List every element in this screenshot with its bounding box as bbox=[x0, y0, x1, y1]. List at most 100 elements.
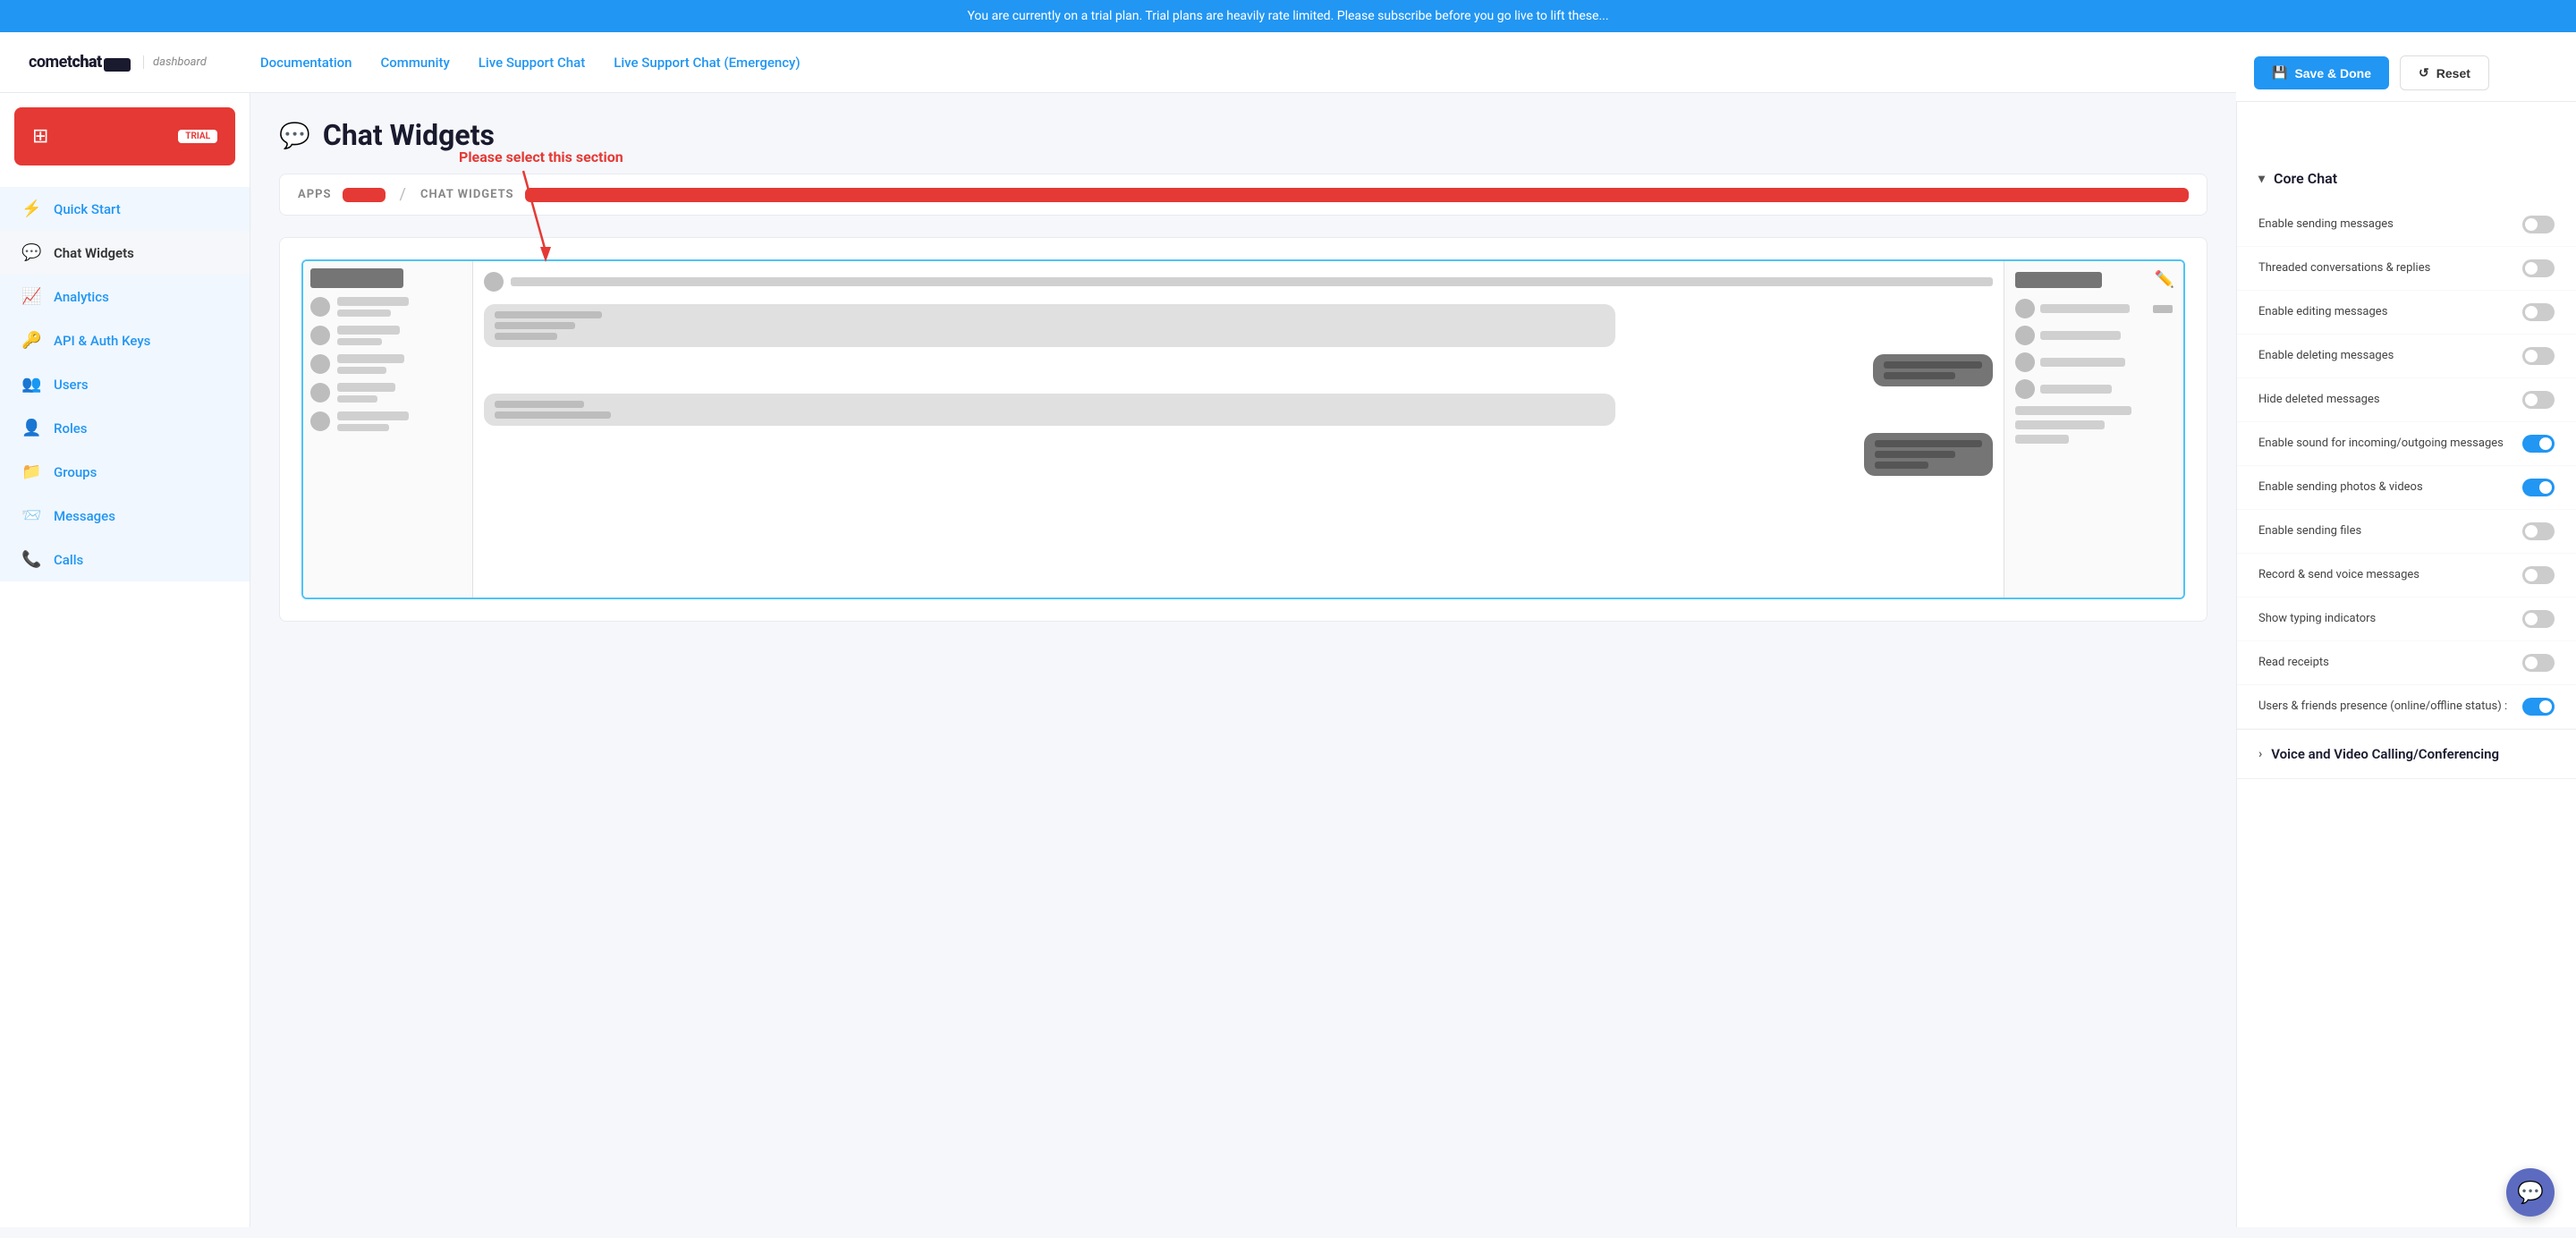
mock-avatar bbox=[310, 326, 330, 345]
settings-item-label: Enable sending files bbox=[2258, 523, 2522, 539]
mock-status-line bbox=[337, 424, 389, 431]
voice-section-header[interactable]: › Voice and Video Calling/Conferencing bbox=[2237, 730, 2576, 778]
mock-name-line bbox=[337, 297, 409, 306]
toggle-typing[interactable] bbox=[2522, 610, 2555, 628]
settings-item-typing: Show typing indicators bbox=[2237, 598, 2576, 641]
toggle-photos-videos[interactable] bbox=[2522, 479, 2555, 496]
settings-section-core: ▾ Core Chat Enable sending messages Thre… bbox=[2237, 154, 2576, 730]
trial-banner: You are currently on a trial plan. Trial… bbox=[0, 0, 2576, 32]
sidebar-item-analytics[interactable]: 📈 Analytics bbox=[0, 275, 250, 318]
logo-dashboard: dashboard bbox=[143, 55, 207, 69]
chevron-down-icon: ▾ bbox=[2258, 172, 2265, 186]
settings-item-label: Users & friends presence (online/offline… bbox=[2258, 699, 2522, 715]
mock-right-item bbox=[2015, 299, 2173, 318]
toggle-files[interactable] bbox=[2522, 522, 2555, 540]
mock-name-line bbox=[337, 411, 409, 420]
mock-right-badge bbox=[2153, 305, 2173, 313]
mock-right-item bbox=[2015, 352, 2173, 372]
sidebar-item-roles[interactable]: 👤 Roles bbox=[0, 406, 250, 450]
sidebar-item-chat-widgets[interactable]: 💬 Chat Widgets bbox=[0, 231, 250, 275]
toggle-hide-deleted[interactable] bbox=[2522, 391, 2555, 409]
top-nav: Documentation Community Live Support Cha… bbox=[260, 55, 801, 71]
apps-pill[interactable] bbox=[343, 188, 386, 202]
sidebar-item-quick-start[interactable]: ⚡ Quick Start bbox=[0, 187, 250, 231]
sidebar-item-users[interactable]: 👥 Users bbox=[0, 362, 250, 406]
chevron-right-icon: › bbox=[2258, 747, 2262, 761]
sidebar-item-messages[interactable]: 📨 Messages bbox=[0, 494, 250, 538]
roles-icon: 👤 bbox=[21, 419, 41, 437]
chat-widgets-icon: 💬 bbox=[21, 243, 41, 262]
sidebar-item-api-keys[interactable]: 🔑 API & Auth Keys bbox=[0, 318, 250, 362]
settings-item-label: Enable sending photos & videos bbox=[2258, 479, 2522, 496]
sidebar-label-groups: Groups bbox=[54, 464, 97, 480]
settings-item-label: Enable deleting messages bbox=[2258, 348, 2522, 364]
core-chat-header[interactable]: ▾ Core Chat bbox=[2237, 154, 2576, 203]
mock-conv-panel bbox=[303, 261, 473, 598]
mock-list-item bbox=[310, 326, 465, 345]
mock-chat-avatar bbox=[484, 272, 504, 292]
settings-section-voice: › Voice and Video Calling/Conferencing bbox=[2237, 730, 2576, 779]
widget-preview: Please select this section ✏️ bbox=[279, 237, 2207, 622]
page-header: 💬 Chat Widgets bbox=[279, 118, 2207, 152]
settings-item-label: Show typing indicators bbox=[2258, 611, 2522, 627]
toggle-enable-sending[interactable] bbox=[2522, 216, 2555, 233]
settings-item-files: Enable sending files bbox=[2237, 510, 2576, 554]
settings-item-enable-sending: Enable sending messages bbox=[2237, 203, 2576, 247]
voice-section-title: Voice and Video Calling/Conferencing bbox=[2271, 746, 2499, 762]
mock-conv-header-bar bbox=[310, 268, 403, 288]
settings-item-label: Record & send voice messages bbox=[2258, 567, 2522, 583]
sidebar-label-quick-start: Quick Start bbox=[54, 201, 121, 217]
mock-chat-header bbox=[484, 272, 1993, 292]
nav-documentation[interactable]: Documentation bbox=[260, 55, 352, 71]
settings-item-label: Enable sending messages bbox=[2258, 216, 2522, 233]
toggle-presence[interactable] bbox=[2522, 698, 2555, 716]
mock-right-avatar bbox=[2015, 379, 2035, 399]
settings-item-photos-videos: Enable sending photos & videos bbox=[2237, 466, 2576, 510]
mock-chat-widget: ✏️ bbox=[301, 259, 2185, 599]
sidebar-label-messages: Messages bbox=[54, 508, 115, 524]
apps-label: APPS bbox=[298, 188, 332, 201]
nav-live-support-emergency[interactable]: Live Support Chat (Emergency) bbox=[614, 55, 800, 71]
toggle-threaded[interactable] bbox=[2522, 259, 2555, 277]
mock-chat-panel bbox=[473, 261, 2004, 598]
settings-item-sound: Enable sound for incoming/outgoing messa… bbox=[2237, 422, 2576, 466]
toggle-editing[interactable] bbox=[2522, 303, 2555, 321]
page-title: Chat Widgets bbox=[323, 118, 495, 152]
chat-fab-icon: 💬 bbox=[2517, 1180, 2544, 1205]
api-keys-icon: 🔑 bbox=[21, 331, 41, 350]
sidebar-item-groups[interactable]: 📁 Groups bbox=[0, 450, 250, 494]
sidebar-label-api-keys: API & Auth Keys bbox=[54, 333, 150, 349]
sidebar-item-calls[interactable]: 📞 Calls bbox=[0, 538, 250, 581]
nav-community[interactable]: Community bbox=[381, 55, 450, 71]
mock-msg-sent-2 bbox=[1864, 433, 1993, 476]
mock-name-line bbox=[337, 354, 404, 363]
apps-bar: APPS / CHAT WIDGETS bbox=[279, 174, 2207, 216]
page-header-icon: 💬 bbox=[279, 121, 310, 150]
settings-item-editing: Enable editing messages bbox=[2237, 291, 2576, 335]
mock-status-line bbox=[337, 310, 391, 317]
chat-fab-button[interactable]: 💬 bbox=[2506, 1168, 2555, 1217]
chat-widgets-pill[interactable] bbox=[525, 188, 2189, 202]
sidebar-user-block: ⊞ TRIAL bbox=[14, 107, 235, 165]
logo-text: cometchatPRO bbox=[29, 53, 131, 72]
settings-item-label: Threaded conversations & replies bbox=[2258, 260, 2522, 276]
mock-msg-sent bbox=[1873, 354, 1993, 386]
logo-area: cometchatPRO dashboard bbox=[29, 53, 207, 72]
top-bar: cometchatPRO dashboard Documentation Com… bbox=[0, 32, 2576, 93]
trial-banner-text: You are currently on a trial plan. Trial… bbox=[967, 9, 1608, 23]
mock-list-item bbox=[310, 354, 465, 374]
toggle-read-receipts[interactable] bbox=[2522, 654, 2555, 672]
mock-right-name bbox=[2040, 331, 2121, 340]
mock-right-name bbox=[2040, 304, 2130, 313]
mock-right-detail bbox=[2015, 406, 2131, 415]
toggle-sound[interactable] bbox=[2522, 435, 2555, 453]
edit-icon[interactable]: ✏️ bbox=[2155, 270, 2174, 289]
nav-live-support[interactable]: Live Support Chat bbox=[479, 55, 585, 71]
toggle-voice[interactable] bbox=[2522, 566, 2555, 584]
mock-name-line bbox=[337, 326, 400, 335]
toggle-deleting[interactable] bbox=[2522, 347, 2555, 365]
mock-avatar bbox=[310, 411, 330, 431]
logo-pro-badge: PRO bbox=[104, 58, 131, 72]
mock-right-avatar bbox=[2015, 326, 2035, 345]
mock-avatar bbox=[310, 297, 330, 317]
